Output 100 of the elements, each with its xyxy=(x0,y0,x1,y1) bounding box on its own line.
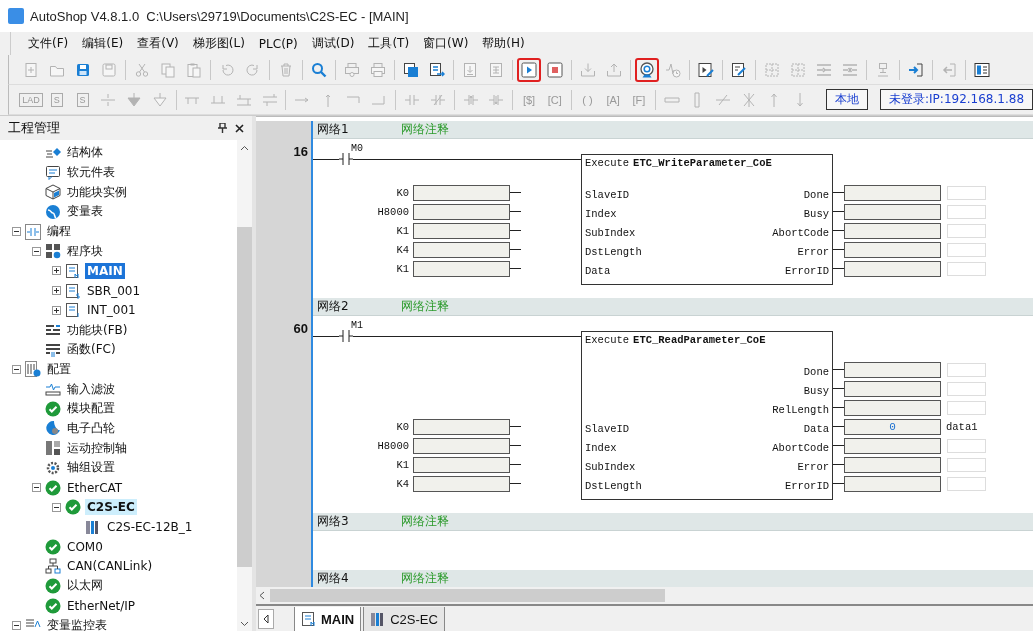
webcam-button[interactable] xyxy=(635,57,659,82)
value-field[interactable] xyxy=(413,437,510,454)
tab-scroll-icon[interactable] xyxy=(258,609,274,629)
value-field[interactable] xyxy=(413,241,510,258)
comment-field[interactable] xyxy=(947,476,986,491)
menu-item[interactable]: 文件(F) xyxy=(23,33,74,54)
comment-field[interactable] xyxy=(947,362,986,377)
tree-item[interactable]: CAN(CANLink) xyxy=(65,558,155,575)
close-icon[interactable] xyxy=(235,123,244,133)
status-box[interactable]: 本地 xyxy=(826,89,868,110)
value-field[interactable] xyxy=(844,361,941,378)
expand-icon[interactable] xyxy=(52,305,61,315)
ladder-icon xyxy=(25,223,41,240)
value-field[interactable] xyxy=(844,399,941,416)
value-field[interactable] xyxy=(413,260,510,277)
value-field[interactable] xyxy=(413,222,510,239)
tree-item[interactable]: 电子凸轮 xyxy=(65,418,117,438)
value-field[interactable] xyxy=(844,260,941,277)
value-field[interactable] xyxy=(844,222,941,239)
comment-field[interactable] xyxy=(947,242,986,257)
comment-field[interactable] xyxy=(947,223,986,238)
tree-item[interactable]: 功能块(FB) xyxy=(65,320,130,340)
value-field[interactable] xyxy=(413,418,510,435)
tree-item[interactable]: 以太网 xyxy=(65,576,105,596)
tree-item[interactable]: 变量监控表 xyxy=(45,615,109,631)
menu-item[interactable]: 工具(T) xyxy=(363,33,415,54)
comment-field[interactable] xyxy=(947,204,986,219)
play-button[interactable] xyxy=(517,57,541,82)
value-field[interactable] xyxy=(844,184,941,201)
menu-item[interactable]: PLC(P) xyxy=(253,34,303,53)
value-field[interactable] xyxy=(413,475,510,492)
menu-item[interactable]: 调试(D) xyxy=(306,33,360,54)
function-block[interactable]: Execute ETC_WriteParameter_CoE SlaveID Done Index Busy SubIndex AbortCode DstLength Error Data ErrorID xyxy=(581,154,833,285)
globe-icon xyxy=(45,203,61,220)
cube-icon xyxy=(45,184,61,201)
comment-field[interactable] xyxy=(947,185,986,200)
value-field[interactable] xyxy=(844,456,941,473)
comment-field[interactable] xyxy=(947,261,986,276)
tree-item[interactable]: COM0 xyxy=(65,538,105,555)
tree-item[interactable]: EtherCAT xyxy=(65,479,125,496)
value-field[interactable]: 0 xyxy=(844,418,941,435)
value-field[interactable] xyxy=(844,380,941,397)
menu-item[interactable]: 帮助(H) xyxy=(477,33,530,54)
scrollbar-thumb[interactable] xyxy=(237,227,252,567)
tree-item[interactable]: 变量表 xyxy=(65,202,105,222)
menu-item[interactable]: 梯形图(L) xyxy=(187,33,250,54)
comment-field[interactable] xyxy=(947,400,986,415)
tree-item[interactable]: MAIN xyxy=(85,262,125,279)
comment-field[interactable] xyxy=(947,457,986,472)
app-logo xyxy=(8,8,24,24)
menu-item[interactable]: 查看(V) xyxy=(132,33,184,54)
tree-item[interactable]: SBR_001 xyxy=(85,282,143,299)
collapse-icon[interactable] xyxy=(32,246,41,256)
cabinet-icon xyxy=(45,440,61,457)
collapse-icon[interactable] xyxy=(32,483,41,493)
expand-icon[interactable] xyxy=(52,266,61,276)
contact-icon[interactable] xyxy=(339,330,353,342)
tree-item[interactable]: 函数(FC) xyxy=(65,340,118,360)
value-field[interactable] xyxy=(844,437,941,454)
tree-item[interactable]: C2S-EC-12B_1 xyxy=(105,518,195,535)
value-field[interactable] xyxy=(413,184,510,201)
editor-tab[interactable]: C2S-EC xyxy=(363,607,445,631)
value-field[interactable] xyxy=(844,241,941,258)
tree-item[interactable]: 功能块实例 xyxy=(65,182,129,202)
collapse-icon[interactable] xyxy=(12,364,21,374)
document-icon xyxy=(301,611,317,627)
tree-item[interactable]: EtherNet/IP xyxy=(65,597,138,614)
comment-field[interactable] xyxy=(947,438,986,453)
collapse-icon[interactable] xyxy=(52,502,61,512)
tree-item[interactable]: 输入滤波 xyxy=(65,379,117,399)
comment-field[interactable] xyxy=(947,381,986,396)
status-box[interactable]: 未登录:IP:192.168.1.88 xyxy=(880,89,1033,110)
tree-item[interactable]: 运动控制轴 xyxy=(65,438,129,458)
function-block[interactable]: Execute ETC_ReadParameter_CoE Done Busy RelLength SlaveID Data Index AbortCode SubIndex Error DstLength ErrorID xyxy=(581,331,833,500)
tree-item[interactable]: 轴组设置 xyxy=(65,458,117,478)
tree-item[interactable]: 程序块 xyxy=(65,241,105,261)
collapse-icon[interactable] xyxy=(12,227,21,237)
expand-icon[interactable] xyxy=(52,286,61,296)
value-field[interactable] xyxy=(844,203,941,220)
value-field[interactable] xyxy=(413,456,510,473)
tree-item[interactable]: 结构体 xyxy=(65,143,105,163)
collapse-icon[interactable] xyxy=(12,620,21,630)
branch-icon xyxy=(261,91,278,108)
tree-item[interactable]: 配置 xyxy=(45,359,73,379)
menu-item[interactable]: 窗口(W) xyxy=(418,33,474,54)
tree-item[interactable]: INT_001 xyxy=(85,302,138,319)
menu-item[interactable]: 编辑(E) xyxy=(77,33,129,54)
tree-item[interactable]: 模块配置 xyxy=(65,399,117,419)
pin-label: Busy xyxy=(803,384,829,397)
scrollbar-thumb[interactable] xyxy=(270,589,665,602)
pin-icon[interactable] xyxy=(218,123,227,133)
editor-tab[interactable]: MAIN xyxy=(294,607,362,631)
value-field[interactable] xyxy=(844,475,941,492)
contact-label: M0 xyxy=(351,143,364,155)
value-field[interactable] xyxy=(413,203,510,220)
tree-item[interactable]: 软元件表 xyxy=(65,163,117,183)
tree-item[interactable]: C2S-EC xyxy=(85,499,137,516)
tree-item[interactable]: 编程 xyxy=(45,222,73,242)
pin-label: Done xyxy=(803,188,829,201)
contact-icon[interactable] xyxy=(339,153,353,165)
